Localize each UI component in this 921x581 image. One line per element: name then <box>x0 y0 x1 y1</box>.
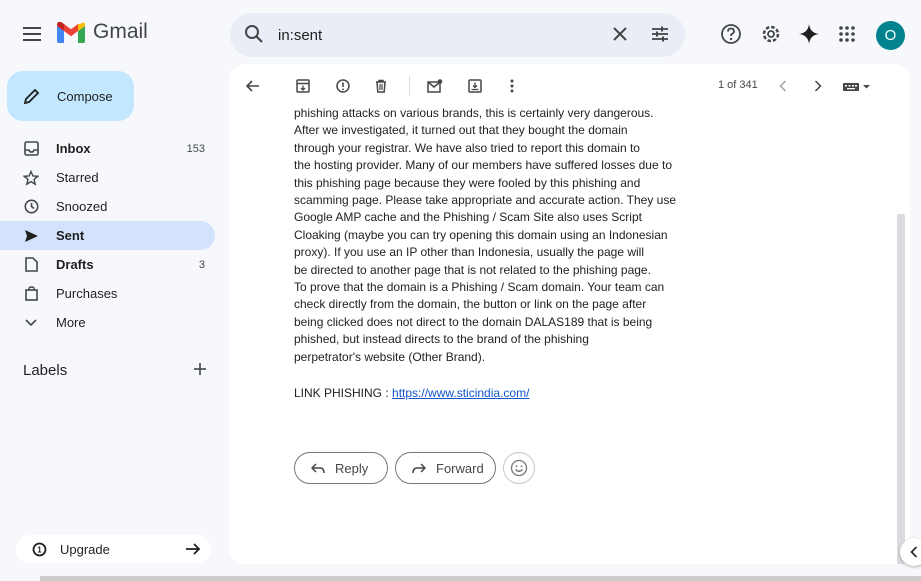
delete-trash-icon[interactable] <box>371 76 391 96</box>
email-line: phished, but instead directs to the bran… <box>294 332 589 347</box>
svg-text:1: 1 <box>37 545 42 554</box>
labels-heading: Labels <box>23 362 68 379</box>
account-avatar[interactable]: O <box>876 21 905 50</box>
email-line: through your registrar. We have also tri… <box>294 140 640 155</box>
apps-grid-icon[interactable] <box>836 23 858 45</box>
sidebar-item-drafts[interactable]: Drafts 3 <box>0 250 216 279</box>
sidebar-item-label: Sent <box>56 228 85 243</box>
sidebar-item-inbox[interactable]: Inbox 153 <box>0 134 216 163</box>
sidebar-item-sent[interactable]: Sent <box>0 221 215 250</box>
chevron-left-icon[interactable] <box>773 76 793 96</box>
email-line: After we investigated, it turned out tha… <box>294 123 628 138</box>
sidebar-item-label: Starred <box>56 170 99 185</box>
back-arrow-icon[interactable] <box>243 76 263 96</box>
message-view: 1 of 341 phishing attacks on various bra… <box>229 64 910 564</box>
email-line: this phishing page because they were foo… <box>294 175 641 190</box>
app-title: Gmail <box>93 20 148 43</box>
gmail-logo[interactable]: Gmail <box>57 20 148 44</box>
clear-search-icon[interactable] <box>610 24 630 44</box>
inbox-icon <box>23 141 39 157</box>
reply-button[interactable]: Reply <box>294 452 388 484</box>
more-options-vertical-icon[interactable] <box>502 76 522 96</box>
help-icon[interactable] <box>720 23 742 45</box>
search-options-icon[interactable] <box>650 24 670 44</box>
draft-count: 3 <box>198 258 205 271</box>
top-bar: Gmail O <box>0 0 921 64</box>
reply-arrow-icon <box>311 462 325 473</box>
chevron-right-icon[interactable] <box>808 76 828 96</box>
gmail-m-icon <box>57 21 85 43</box>
input-tools-keyboard-icon[interactable] <box>841 76 875 96</box>
sidebar-item-label: Purchases <box>56 286 118 301</box>
gemini-sparkle-icon[interactable] <box>798 23 820 45</box>
email-line: perpetrator's website (Other Brand). <box>294 349 486 364</box>
sidebar-item-more[interactable]: More <box>0 308 216 337</box>
emoji-reaction-icon[interactable] <box>503 452 535 484</box>
send-icon <box>23 228 39 244</box>
email-line: Google AMP cache and the Phishing / Scam… <box>294 210 642 225</box>
taskbar-strip <box>40 576 921 581</box>
forward-arrow-icon <box>412 462 426 473</box>
email-body: phishing attacks on various brands, this… <box>294 105 684 366</box>
draft-file-icon <box>23 257 39 273</box>
forward-button[interactable]: Forward <box>395 452 496 484</box>
chevron-left-icon <box>910 546 918 558</box>
report-spam-icon[interactable] <box>333 76 353 96</box>
pagination-count: 1 of 341 <box>718 79 758 91</box>
add-to-tasks-icon[interactable] <box>465 76 485 96</box>
email-line: the hosting provider. Many of our member… <box>294 158 672 173</box>
sidebar-item-purchases[interactable]: Purchases <box>0 279 216 308</box>
clock-icon <box>23 199 39 215</box>
phishing-link[interactable]: https://www.sticindia.com/ <box>392 386 529 400</box>
star-icon <box>23 169 39 186</box>
email-line: To prove that the domain is a Phishing /… <box>294 280 665 295</box>
email-line: check directly from the domain, the butt… <box>294 297 647 312</box>
toolbar-divider <box>409 76 410 96</box>
settings-gear-icon[interactable] <box>760 23 782 45</box>
reply-label: Reply <box>335 460 369 476</box>
labels-section: Labels <box>23 362 213 382</box>
arrow-right-icon <box>185 541 201 557</box>
sidebar-item-starred[interactable]: Starred <box>0 163 216 192</box>
upgrade-label: Upgrade <box>60 541 110 557</box>
phishing-link-line: LINK PHISHING : https://www.sticindia.co… <box>294 386 529 400</box>
shopping-bag-icon <box>23 286 39 302</box>
email-line: scamming page. Please take appropriate a… <box>294 193 677 208</box>
upgrade-button[interactable]: 1 Upgrade <box>16 535 211 563</box>
add-label-plus-icon[interactable] <box>193 362 207 376</box>
email-line: Cloaking (maybe you can try opening this… <box>294 227 668 242</box>
sidebar-item-label: More <box>56 315 86 330</box>
phishing-link-prefix: LINK PHISHING : <box>294 386 393 400</box>
main-menu-button[interactable] <box>18 20 46 48</box>
forward-label: Forward <box>436 460 484 476</box>
mark-unread-icon[interactable] <box>425 76 445 96</box>
pencil-icon <box>23 87 45 105</box>
email-line: being clicked does not direct to the dom… <box>294 314 653 329</box>
sidebar-item-label: Snoozed <box>56 199 108 214</box>
compose-label: Compose <box>57 88 113 104</box>
sidebar-item-label: Drafts <box>56 257 94 272</box>
search-icon[interactable] <box>244 24 264 44</box>
search-bar[interactable] <box>230 13 685 57</box>
scrollbar[interactable] <box>897 214 905 564</box>
info-circle-icon: 1 <box>32 542 48 557</box>
compose-button[interactable]: Compose <box>7 71 134 121</box>
search-input[interactable] <box>278 23 578 47</box>
unread-count: 153 <box>186 142 205 155</box>
sidebar-nav: Inbox 153 Starred Snoozed Sent Drafts 3 … <box>0 134 216 337</box>
archive-icon[interactable] <box>293 76 313 96</box>
message-toolbar: 1 of 341 <box>229 64 910 106</box>
email-line: proxy). If you use an IP other than Indo… <box>294 245 644 260</box>
sidebar-item-snoozed[interactable]: Snoozed <box>0 192 216 221</box>
chevron-down-icon <box>23 315 39 331</box>
side-panel-toggle-button[interactable] <box>900 538 921 566</box>
email-line: be directed to another page that is not … <box>294 262 651 277</box>
sidebar-item-label: Inbox <box>56 141 91 156</box>
email-line: phishing attacks on various brands, this… <box>294 106 654 120</box>
hamburger-menu-icon <box>23 27 41 41</box>
